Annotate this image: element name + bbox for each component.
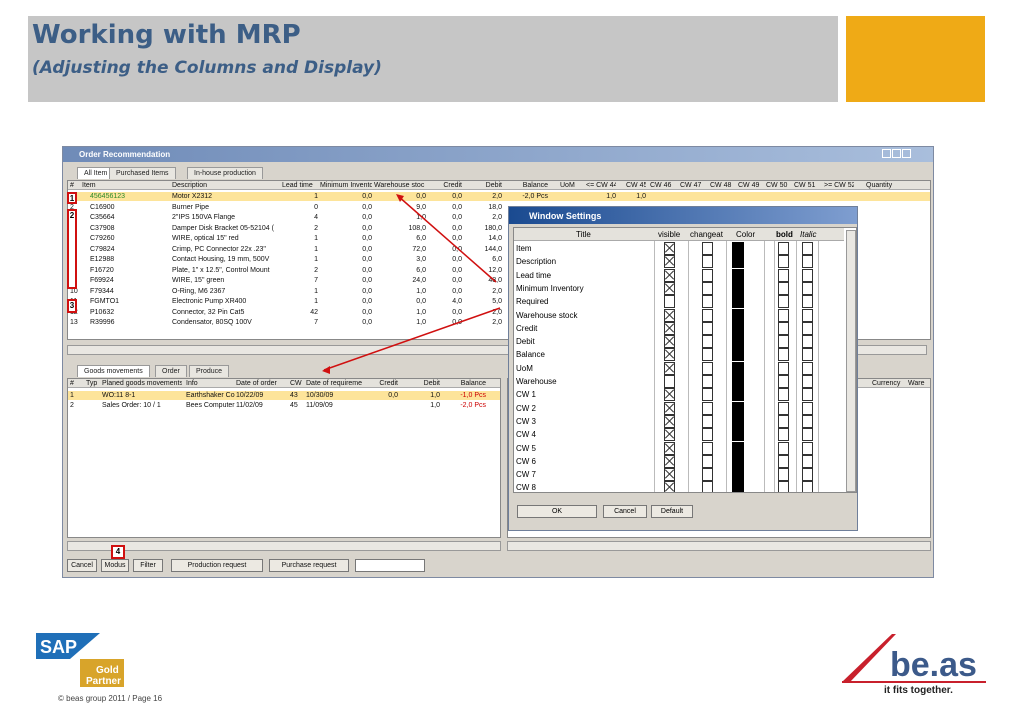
copyright: © beas group 2011 / Page 16	[58, 694, 163, 703]
sap-logo-text: SAP	[40, 637, 77, 657]
beas-logo: be.as it fits together.	[842, 634, 986, 696]
sap-gold-partner-logo: SAP Gold Partner	[36, 633, 124, 687]
sap-partner-text: Partner	[86, 676, 121, 687]
beas-logo-text: be.as	[890, 646, 977, 684]
annotation-arrows	[322, 194, 501, 374]
beas-tagline: it fits together.	[884, 685, 953, 696]
sap-gold-text: Gold	[96, 665, 119, 676]
